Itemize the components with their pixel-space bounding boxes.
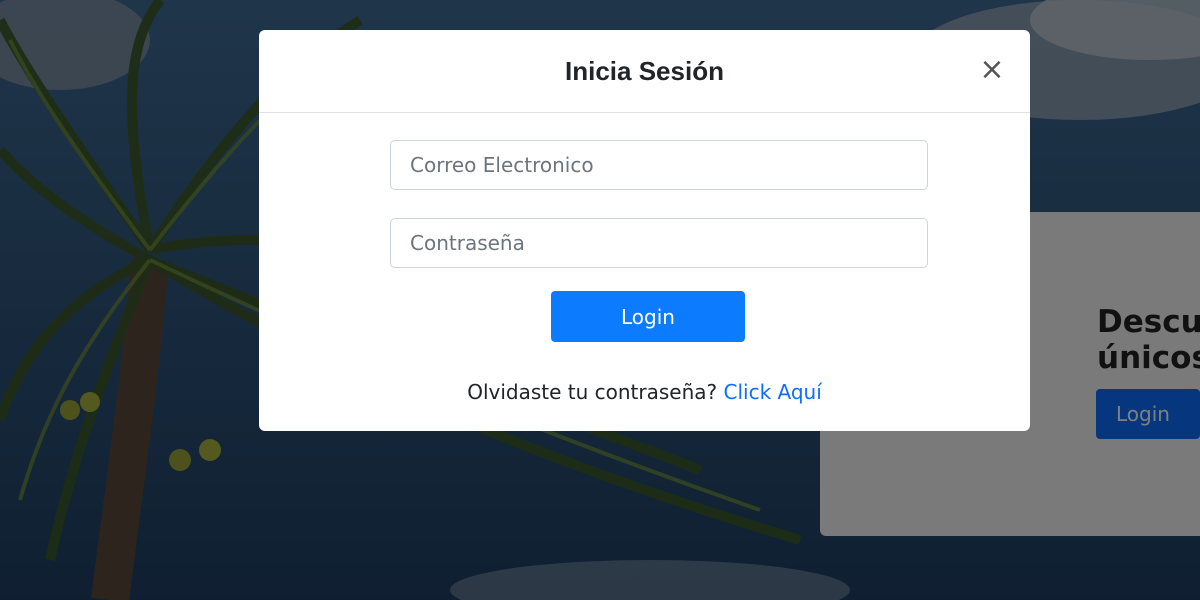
forgot-password-row: Olvidaste tu contraseña? Click Aquí — [259, 380, 1030, 404]
modal-header: Inicia Sesión × — [259, 30, 1030, 113]
login-modal: Inicia Sesión × Login Olvidaste tu contr… — [259, 30, 1030, 431]
forgot-password-link[interactable]: Click Aquí — [724, 380, 822, 404]
close-icon[interactable]: × — [978, 54, 1006, 86]
password-field[interactable] — [390, 218, 928, 268]
login-button[interactable]: Login — [551, 291, 745, 342]
modal-title: Inicia Sesión — [565, 56, 724, 86]
email-field[interactable] — [390, 140, 928, 190]
forgot-password-text: Olvidaste tu contraseña? — [467, 380, 724, 404]
